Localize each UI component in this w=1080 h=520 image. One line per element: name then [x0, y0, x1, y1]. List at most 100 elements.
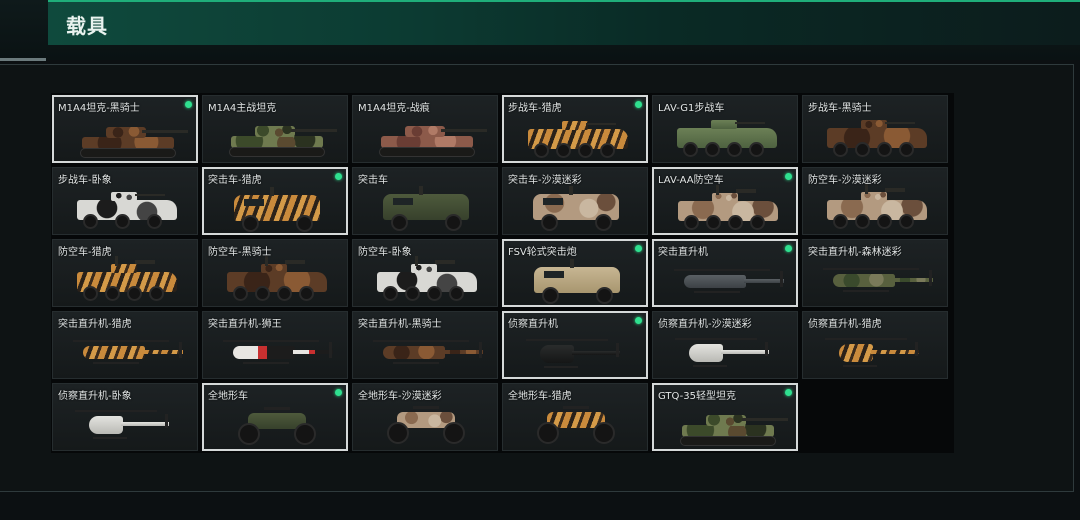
track [229, 147, 325, 157]
fuselage [383, 346, 445, 359]
track [379, 147, 475, 157]
vehicle-name: 侦察直升机-沙漠迷彩 [658, 319, 752, 330]
vehicle-name: 防空车-黑骑士 [208, 247, 272, 258]
radar-mast [415, 256, 418, 266]
vehicle-card[interactable]: 全地形车-沙漠迷彩 [352, 383, 498, 451]
handlebar [264, 407, 290, 410]
vehicle-image [53, 254, 197, 306]
window [543, 198, 563, 205]
window [544, 271, 564, 278]
tail-rotor [165, 414, 168, 428]
wheel [556, 143, 571, 158]
vehicle-card[interactable]: M1A4坦克-黑骑士 [52, 95, 198, 163]
vehicle-card[interactable]: 突击车 [352, 167, 498, 235]
wheel [877, 214, 892, 229]
wheel [83, 214, 98, 229]
wheel [683, 142, 698, 157]
owned-indicator-icon [335, 389, 342, 396]
vehicle-card[interactable]: LAV-G1步战车 [652, 95, 798, 163]
wheel [537, 422, 559, 444]
rotor [373, 340, 469, 342]
skid [243, 362, 289, 364]
tail-rotor [765, 342, 768, 356]
vehicle-image [204, 183, 346, 233]
wheel [277, 286, 292, 301]
vehicle-image [504, 111, 646, 161]
vehicle-image [654, 183, 796, 233]
vehicle-card[interactable]: GTQ-35轻型坦克 [652, 383, 798, 451]
tail-boom [143, 350, 183, 354]
wheel [242, 215, 259, 232]
vehicle-image [654, 255, 796, 305]
wheel [299, 286, 314, 301]
antenna [570, 259, 574, 268]
vehicle-name: 步战车-猎虎 [508, 103, 562, 114]
wheel [294, 423, 316, 445]
wheel [596, 287, 613, 304]
vehicle-card[interactable]: M1A4坦克-战痕 [352, 95, 498, 163]
vehicle-card[interactable]: FSV轮式突击炮 [502, 239, 648, 307]
skid [843, 290, 889, 292]
vehicle-card[interactable]: 防空车-黑骑士 [202, 239, 348, 307]
vehicle-card[interactable]: 突击直升机 [652, 239, 798, 307]
vehicle-image [204, 399, 346, 449]
owned-indicator-icon [785, 245, 792, 252]
vehicle-image [353, 182, 497, 234]
tail-boom [443, 350, 483, 354]
vehicle-card[interactable]: 全地形车 [202, 383, 348, 451]
vehicle-card[interactable]: 侦察直升机-沙漠迷彩 [652, 311, 798, 379]
vehicle-card[interactable]: 侦察直升机-猎虎 [802, 311, 948, 379]
vehicle-name: 突击直升机 [658, 247, 708, 258]
vehicle-card[interactable]: 侦察直升机-卧象 [52, 383, 198, 451]
vehicle-card[interactable]: 突击直升机-黑骑士 [352, 311, 498, 379]
vehicle-card[interactable]: 突击直升机-狮王 [202, 311, 348, 379]
vehicle-image [803, 182, 947, 234]
vehicle-card[interactable]: 防空车-猎虎 [52, 239, 198, 307]
tail-boom [744, 279, 784, 283]
vehicle-card[interactable]: LAV-AA防空车 [652, 167, 798, 235]
fuselage [689, 344, 723, 362]
vehicle-card[interactable]: 侦察直升机 [502, 311, 648, 379]
vehicle-card[interactable]: 步战车-猎虎 [502, 95, 648, 163]
wheel [105, 286, 120, 301]
turret [861, 120, 887, 129]
window [393, 198, 413, 205]
vehicle-name: LAV-AA防空车 [658, 175, 724, 186]
vehicle-name: 侦察直升机-猎虎 [808, 319, 882, 330]
vehicle-card[interactable]: 防空车-沙漠迷彩 [802, 167, 948, 235]
vehicle-image [504, 255, 646, 305]
wheel [727, 142, 742, 157]
vehicle-name: M1A4坦克-黑骑士 [58, 103, 140, 114]
vehicle-card[interactable]: 突击直升机-猎虎 [52, 311, 198, 379]
vehicle-card[interactable]: 步战车-黑骑士 [802, 95, 948, 163]
vehicle-name: 侦察直升机-卧象 [58, 391, 132, 402]
vehicle-card[interactable]: 突击车-猎虎 [202, 167, 348, 235]
fuselage [684, 275, 746, 288]
tail-boom [721, 350, 769, 354]
owned-indicator-icon [635, 245, 642, 252]
tail-rotor [179, 342, 182, 358]
vehicle-card[interactable]: 突击直升机-森林迷彩 [802, 239, 948, 307]
missile-pod [885, 188, 905, 192]
antenna [419, 186, 423, 195]
vehicle-screen: 载具 M1A4坦克-黑骑士 M1A4主战坦克 M1A4坦克-战痕 步战车-猎虎 LAV-… [0, 0, 1080, 520]
vehicle-name: 步战车-黑骑士 [808, 103, 872, 114]
skid [694, 291, 740, 293]
wheel [255, 286, 270, 301]
vehicle-name: 突击直升机-黑骑士 [358, 319, 442, 330]
vehicle-image [353, 110, 497, 162]
vehicle-card[interactable]: 防空车-卧象 [352, 239, 498, 307]
vehicle-card[interactable]: M1A4主战坦克 [202, 95, 348, 163]
vehicle-name: 突击车-沙漠迷彩 [508, 175, 582, 186]
vehicle-image [803, 110, 947, 162]
vehicle-card[interactable]: 全地形车-猎虎 [502, 383, 648, 451]
tail-rotor [616, 343, 619, 357]
wheel [595, 214, 612, 231]
vehicle-card[interactable]: 突击车-沙漠迷彩 [502, 167, 648, 235]
gun-barrel [135, 194, 165, 196]
vehicle-card[interactable]: 步战车-卧象 [52, 167, 198, 235]
wheel [593, 422, 615, 444]
vehicle-image [53, 398, 197, 450]
wheel [238, 423, 260, 445]
wheel [899, 142, 914, 157]
